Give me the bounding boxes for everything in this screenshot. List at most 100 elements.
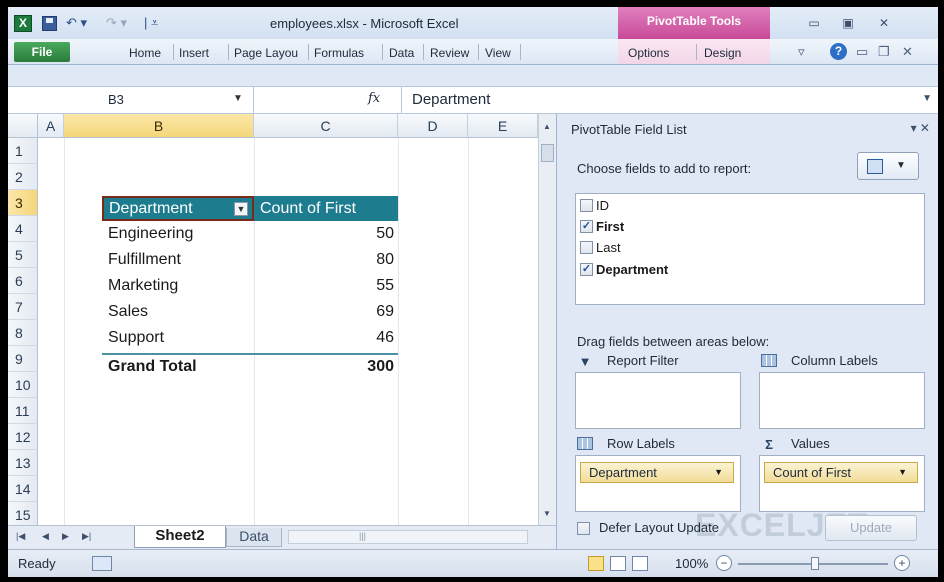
row-field-pill[interactable]: Department ▼ — [580, 462, 734, 483]
save-button[interactable] — [42, 14, 57, 32]
pivot-row-header-cell[interactable]: Department ▼ — [102, 196, 254, 221]
row-header-6[interactable]: 6 — [8, 268, 38, 294]
zoom-level[interactable]: 100% — [675, 556, 708, 571]
first-sheet-icon[interactable]: |◀ — [16, 531, 25, 542]
expand-formula-bar-icon[interactable]: ▼ — [922, 93, 932, 104]
field-item-id[interactable]: ID — [580, 195, 609, 215]
field-item-last[interactable]: Last — [580, 237, 621, 257]
row-labels-drop-area[interactable]: Department ▼ — [575, 455, 741, 512]
workbook-restore-icon[interactable]: ❐ — [878, 44, 890, 60]
zoom-slider-thumb[interactable] — [811, 557, 819, 570]
grand-total-label[interactable]: Grand Total — [108, 354, 197, 380]
column-header-c[interactable]: C — [254, 114, 398, 138]
value-field-pill[interactable]: Count of First ▼ — [764, 462, 918, 483]
select-all-corner[interactable] — [8, 114, 38, 138]
checkbox-unchecked-icon[interactable] — [580, 240, 593, 254]
report-filter-drop-area[interactable] — [575, 372, 741, 429]
chevron-down-icon[interactable]: ▼ — [714, 463, 723, 482]
scroll-up-icon[interactable]: ▲ — [543, 122, 551, 131]
pivot-row-value[interactable]: 55 — [328, 273, 394, 299]
column-header-d[interactable]: D — [398, 114, 468, 138]
grand-total-value[interactable]: 300 — [328, 354, 394, 380]
row-header-11[interactable]: 11 — [8, 398, 38, 424]
pivot-row-label[interactable]: Sales — [108, 299, 148, 325]
page-layout-view-icon[interactable] — [610, 556, 626, 571]
checkbox-checked-icon[interactable]: ✓ — [580, 219, 593, 233]
pivot-row-value[interactable]: 50 — [328, 221, 394, 247]
sheet-tab-sheet2[interactable]: Sheet2 — [134, 526, 226, 548]
redo-button[interactable]: ↷ ▾ — [106, 14, 127, 32]
chevron-down-icon[interactable]: ▼ — [233, 93, 243, 104]
pane-options-close-icon[interactable]: ▾ ✕ — [911, 121, 930, 135]
chevron-down-icon[interactable]: ▼ — [898, 463, 907, 482]
excel-logo[interactable]: X — [14, 14, 32, 32]
tab-options[interactable]: Options — [625, 44, 672, 62]
tab-data[interactable]: Data — [386, 44, 417, 62]
pivot-row-label[interactable]: Support — [108, 325, 164, 351]
horizontal-scrollbar[interactable]: ||| — [288, 530, 528, 544]
row-header-4[interactable]: 4 — [8, 216, 38, 242]
tab-review[interactable]: Review — [427, 44, 472, 62]
scroll-thumb[interactable] — [541, 144, 554, 162]
tab-page-layout[interactable]: Page Layou — [231, 44, 301, 62]
worksheet-grid[interactable]: A B C D E 1 2 3 4 5 6 7 8 9 10 11 12 13 … — [8, 114, 556, 525]
sheet-tab-data[interactable]: Data — [226, 528, 282, 547]
insert-function-icon[interactable]: fx — [368, 91, 380, 106]
undo-button[interactable]: ↶ ▾ — [66, 14, 87, 32]
pivot-value-header-cell[interactable]: Count of First — [254, 196, 398, 221]
checkbox-checked-icon[interactable]: ✓ — [580, 262, 593, 276]
tab-view[interactable]: View — [482, 44, 514, 62]
pivot-row-value[interactable]: 46 — [328, 325, 394, 351]
tab-insert[interactable]: Insert — [176, 44, 212, 62]
column-labels-drop-area[interactable] — [759, 372, 925, 429]
zoom-out-button[interactable]: − — [716, 555, 732, 571]
column-header-b[interactable]: B — [64, 114, 254, 138]
pivot-row-label[interactable]: Marketing — [108, 273, 178, 299]
row-header-3[interactable]: 3 — [8, 190, 38, 216]
field-item-first[interactable]: ✓ First — [580, 216, 624, 236]
pivot-row-value[interactable]: 80 — [328, 247, 394, 273]
filter-dropdown-icon[interactable]: ▼ — [234, 202, 248, 216]
update-button[interactable]: Update — [825, 515, 917, 541]
workbook-minimize-icon[interactable]: ▭ — [856, 44, 868, 60]
row-header-5[interactable]: 5 — [8, 242, 38, 268]
next-sheet-icon[interactable]: ▶ — [62, 531, 69, 542]
restore-button[interactable]: ▣ — [838, 15, 858, 31]
values-drop-area[interactable]: Count of First ▼ — [759, 455, 925, 512]
minimize-button[interactable]: ▭ — [804, 15, 824, 31]
tab-file[interactable]: File — [14, 42, 70, 62]
minimize-ribbon-icon[interactable]: ▿ — [798, 44, 805, 60]
zoom-in-button[interactable]: + — [894, 555, 910, 571]
row-header-7[interactable]: 7 — [8, 294, 38, 320]
row-header-14[interactable]: 14 — [8, 476, 38, 502]
workbook-close-icon[interactable]: ✕ — [902, 44, 913, 60]
row-header-13[interactable]: 13 — [8, 450, 38, 476]
column-header-a[interactable]: A — [38, 114, 64, 138]
row-header-8[interactable]: 8 — [8, 320, 38, 346]
row-header-1[interactable]: 1 — [8, 138, 38, 164]
field-list-layout-button[interactable]: ▼ — [857, 152, 919, 180]
row-header-2[interactable]: 2 — [8, 164, 38, 190]
row-header-9[interactable]: 9 — [8, 346, 38, 372]
checkbox-unchecked-icon[interactable] — [580, 198, 593, 212]
defer-layout-checkbox[interactable] — [577, 522, 590, 535]
column-header-e[interactable]: E — [468, 114, 538, 138]
last-sheet-icon[interactable]: ▶| — [82, 531, 91, 542]
tab-design[interactable]: Design — [701, 44, 744, 62]
name-box[interactable]: B3 ▼ — [8, 87, 254, 113]
pivot-row-value[interactable]: 69 — [328, 299, 394, 325]
normal-view-icon[interactable] — [588, 556, 604, 571]
macro-record-icon[interactable] — [92, 556, 112, 571]
vertical-scrollbar[interactable]: ▲ ▼ — [538, 114, 556, 525]
close-button[interactable]: ✕ — [874, 15, 894, 31]
field-item-department[interactable]: ✓ Department — [580, 259, 668, 279]
tab-home[interactable]: Home — [126, 44, 164, 62]
tab-formulas[interactable]: Formulas — [311, 44, 367, 62]
prev-sheet-icon[interactable]: ◀ — [42, 531, 49, 542]
pivot-row-label[interactable]: Fulfillment — [108, 247, 181, 273]
customize-quick-access-button[interactable]: | ⩡ — [144, 14, 158, 32]
row-header-12[interactable]: 12 — [8, 424, 38, 450]
page-break-view-icon[interactable] — [632, 556, 648, 571]
formula-input[interactable]: Department — [412, 91, 490, 108]
row-header-10[interactable]: 10 — [8, 372, 38, 398]
